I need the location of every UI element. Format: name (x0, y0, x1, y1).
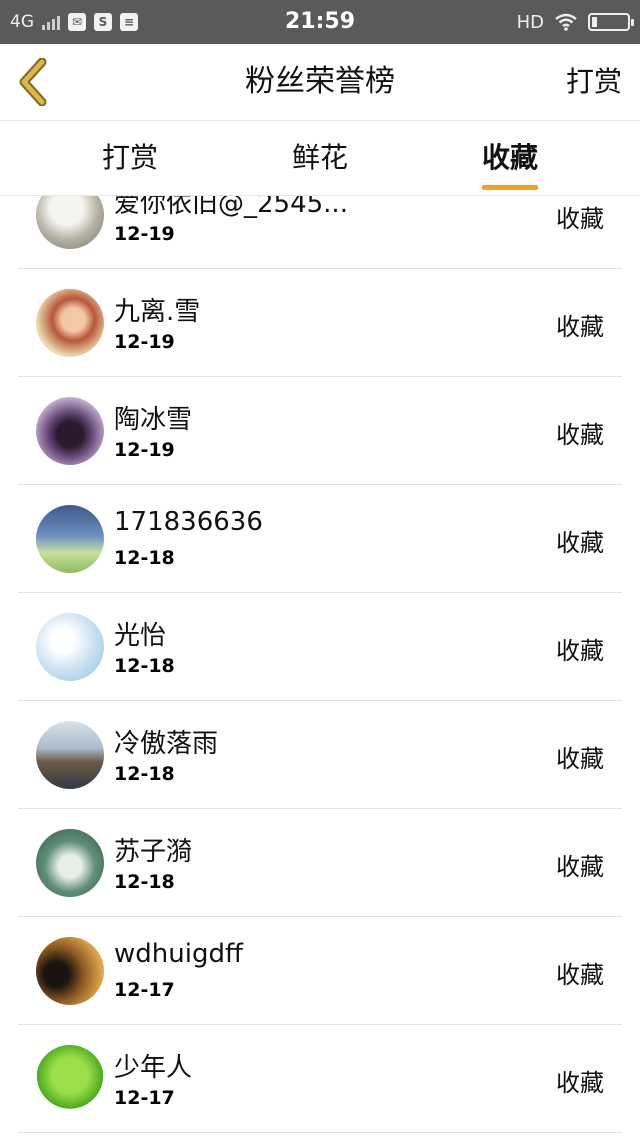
page-title: 粉丝荣誉榜 (245, 64, 395, 99)
fan-date: 12-19 (114, 439, 175, 461)
fan-date: 12-17 (114, 979, 175, 1001)
fan-action: 收藏 (556, 745, 604, 773)
fan-name: 少年人 (114, 1053, 193, 1083)
avatar[interactable] (36, 1045, 104, 1113)
list-item[interactable]: 171836636 12-18 收藏 (0, 485, 640, 593)
fan-date: 12-19 (114, 331, 175, 353)
wifi-icon (555, 13, 577, 31)
hd-label: HD (516, 11, 544, 33)
tab-favorites[interactable]: 收藏 (460, 121, 560, 195)
avatar[interactable] (36, 505, 104, 573)
avatar[interactable] (36, 613, 104, 681)
fan-action: 收藏 (556, 313, 604, 341)
fan-action: 收藏 (556, 637, 604, 665)
status-bar: 4G ✉ S ≡ 21:59 HD (0, 0, 640, 44)
fan-name: 陶冰雪 (114, 405, 193, 435)
list-item[interactable]: 苏子漪 12-18 收藏 (0, 809, 640, 917)
status-right: HD (516, 0, 634, 44)
fan-name: wdhuigdff (114, 939, 243, 969)
fan-name: 光怡 (114, 621, 167, 651)
fan-name: 苏子漪 (114, 837, 193, 867)
list-item[interactable]: wdhuigdff 12-17 收藏 (0, 917, 640, 1025)
fan-action: 收藏 (556, 853, 604, 881)
fan-action: 收藏 (556, 205, 604, 233)
avatar[interactable] (36, 721, 104, 789)
list-item[interactable]: 少年人 12-17 收藏 (0, 1025, 640, 1133)
tab-reward[interactable]: 打赏 (80, 121, 180, 195)
reward-button[interactable]: 打赏 (566, 44, 622, 120)
fan-date: 12-17 (114, 1087, 175, 1109)
fan-action: 收藏 (556, 961, 604, 989)
fan-list[interactable]: 爱你依旧@_2545... 12-19 收藏 九离.雪 12-19 收藏 陶冰雪… (0, 196, 640, 1138)
battery-icon (588, 13, 634, 31)
fan-action: 收藏 (556, 421, 604, 449)
tab-flowers[interactable]: 鲜花 (270, 121, 370, 195)
avatar[interactable] (36, 829, 104, 897)
fan-date: 12-19 (114, 223, 175, 245)
fan-date: 12-18 (114, 547, 175, 569)
avatar[interactable] (36, 289, 104, 357)
fan-date: 12-18 (114, 763, 175, 785)
list-item[interactable]: 冷傲落雨 12-18 收藏 (0, 701, 640, 809)
list-item[interactable]: 光怡 12-18 收藏 (0, 593, 640, 701)
fan-action: 收藏 (556, 1069, 604, 1097)
fan-name: 冷傲落雨 (114, 729, 219, 759)
list-item[interactable]: 陶冰雪 12-19 收藏 (0, 377, 640, 485)
list-item[interactable]: 爱你依旧@_2545... 12-19 收藏 (0, 196, 640, 269)
fan-action: 收藏 (556, 529, 604, 557)
nav-bar: 粉丝荣誉榜 打赏 (0, 44, 640, 121)
fan-name: 九离.雪 (114, 297, 201, 327)
fan-name: 爱你依旧@_2545... (114, 196, 348, 219)
active-tab-indicator (482, 185, 538, 190)
list-item[interactable]: 九离.雪 12-19 收藏 (0, 269, 640, 377)
fan-date: 12-18 (114, 871, 175, 893)
avatar[interactable] (36, 937, 104, 1005)
fan-date: 12-18 (114, 655, 175, 677)
avatar[interactable] (36, 397, 104, 465)
fan-name: 171836636 (114, 507, 263, 537)
avatar[interactable] (36, 196, 104, 249)
tab-bar: 打赏 鲜花 收藏 (0, 121, 640, 196)
